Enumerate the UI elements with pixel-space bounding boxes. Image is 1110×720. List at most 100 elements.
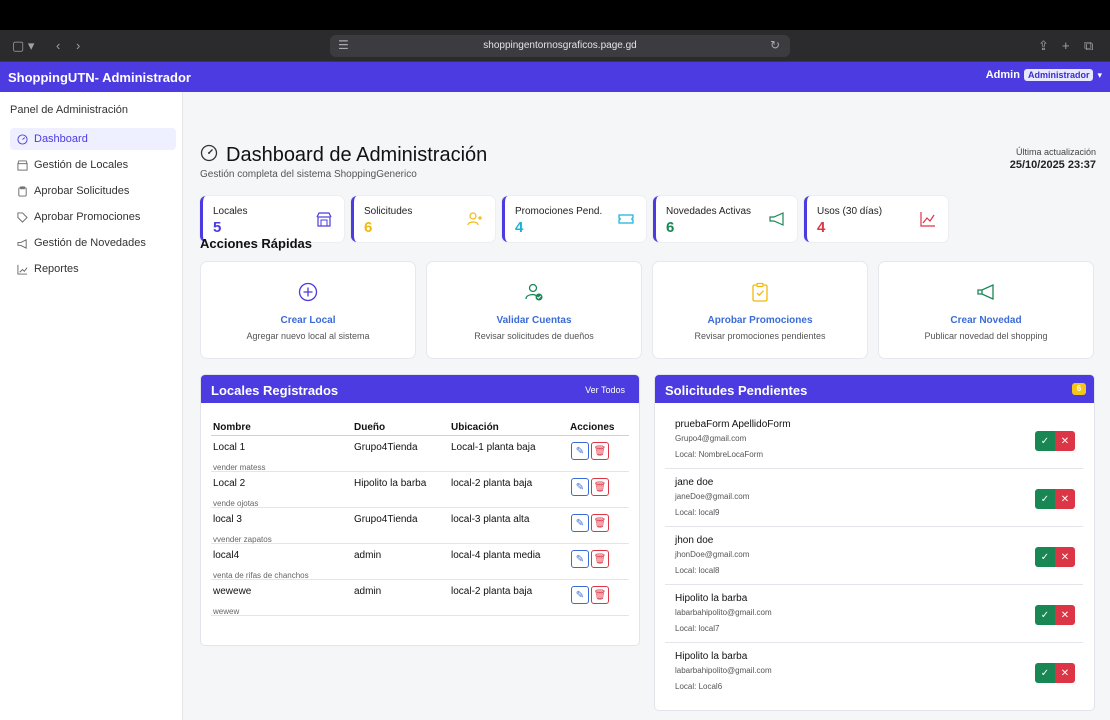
dashboard-icon [200, 144, 218, 167]
trash-icon: 🗑 [593, 517, 607, 529]
locales-panel-header: Locales Registrados Ver Todos [201, 375, 639, 403]
approve-button[interactable]: ✓ [1035, 605, 1055, 625]
quick-action-title: Crear Novedad [950, 315, 1022, 326]
requester-email: labarbahipolito@gmail.com [675, 608, 772, 617]
edit-button[interactable]: ✎ [571, 586, 589, 604]
list-item: jhon doe jhonDoe@gmail.com Local: local8… [665, 527, 1083, 585]
local-desc: vvender zapatos [213, 535, 272, 544]
sidebar-item-novedades[interactable]: Gestión de Novedades [10, 232, 176, 254]
local-location: local-2 planta baja [451, 478, 533, 489]
quick-action-crear-local[interactable]: Crear Local Agregar nuevo local al siste… [201, 262, 415, 358]
approve-button[interactable]: ✓ [1035, 489, 1055, 509]
count-badge: 6 [1072, 383, 1086, 395]
request-actions: ✓ ✕ [1035, 547, 1075, 567]
new-tab-icon[interactable]: + [1062, 38, 1070, 53]
requester-email: labarbahipolito@gmail.com [675, 666, 772, 675]
user-check-icon [525, 283, 543, 301]
requester-local: Local: Local6 [675, 682, 723, 691]
forward-icon[interactable]: › [76, 38, 80, 53]
user-plus-icon [467, 212, 482, 226]
local-desc: venta de rifas de chanchos [213, 571, 309, 580]
requester-name: Hipolito la barba [675, 593, 748, 604]
address-bar[interactable]: ☰ shoppingentornosgraficos.page.gd ↻ [330, 35, 790, 57]
megaphone-icon [16, 237, 28, 249]
quick-actions-title: Acciones Rápidas [200, 236, 312, 251]
edit-button[interactable]: ✎ [571, 442, 589, 460]
quick-action-title: Crear Local [280, 315, 336, 326]
sidebar-item-label: Gestión de Locales [34, 159, 129, 171]
reject-button[interactable]: ✕ [1055, 605, 1075, 625]
user-menu[interactable]: Admin Administrador ▾ [986, 69, 1102, 81]
sidebar-item-label: Gestión de Novedades [34, 237, 146, 249]
delete-button[interactable]: 🗑 [591, 442, 609, 460]
reload-icon[interactable]: ↻ [770, 38, 780, 52]
solicitudes-panel-header: Solicitudes Pendientes 6 [655, 375, 1094, 403]
reject-button[interactable]: ✕ [1055, 663, 1075, 683]
ver-todos-link[interactable]: Ver Todos [585, 385, 625, 395]
stat-label: Usos (30 días) [817, 206, 883, 217]
tabs-overview-icon[interactable]: ⧉ [1084, 38, 1093, 54]
local-location: Local-1 planta baja [451, 442, 536, 453]
brand-title[interactable]: ShoppingUTN- Administrador [8, 70, 191, 85]
reject-button[interactable]: ✕ [1055, 489, 1075, 509]
stat-value: 4 [817, 219, 826, 236]
quick-action-desc: Revisar promociones pendientes [694, 331, 826, 341]
quick-action-aprobar-promociones[interactable]: Aprobar Promociones Revisar promociones … [653, 262, 867, 358]
delete-button[interactable]: 🗑 [591, 478, 609, 496]
approve-button[interactable]: ✓ [1035, 431, 1055, 451]
edit-button[interactable]: ✎ [571, 478, 589, 496]
edit-button[interactable]: ✎ [571, 550, 589, 568]
quick-action-crear-novedad[interactable]: Crear Novedad Publicar novedad del shopp… [879, 262, 1093, 358]
sidebar-item-label: Aprobar Solicitudes [34, 185, 130, 197]
stat-value: 5 [213, 219, 222, 236]
local-location: local-2 planta baja [451, 586, 533, 597]
page-title: Dashboard de Administración [226, 144, 488, 166]
requester-local: Local: local7 [675, 624, 720, 633]
delete-button[interactable]: 🗑 [591, 550, 609, 568]
sidebar-toggle-icon[interactable]: ▢ ▾ [12, 38, 34, 54]
local-name: local 3 vvender zapatos [213, 514, 272, 544]
check-icon: ✓ [1040, 667, 1050, 679]
solicitudes-panel: Solicitudes Pendientes 6 pruebaForm Apel… [655, 375, 1094, 710]
requester-local: Local: local8 [675, 566, 720, 575]
chevron-down-icon: ▾ [1097, 69, 1102, 80]
share-icon[interactable]: ⇪ [1038, 38, 1049, 54]
delete-button[interactable]: 🗑 [591, 586, 609, 604]
reject-button[interactable]: ✕ [1055, 431, 1075, 451]
stat-card-promociones: Promociones Pend. 4 [502, 196, 646, 242]
table-row: wewewe wewew admin local-2 planta baja ✎ … [211, 580, 629, 616]
local-owner: Hipolito la barba [354, 478, 427, 489]
clipboard-icon [16, 185, 28, 197]
stat-card-novedades: Novedades Activas 6 [653, 196, 797, 242]
sidebar-item-promociones[interactable]: Aprobar Promociones [10, 206, 176, 228]
sidebar-item-locales[interactable]: Gestión de Locales [10, 154, 176, 176]
back-icon[interactable]: ‹ [56, 38, 60, 53]
stat-label: Solicitudes [364, 206, 413, 217]
requester-name: jhon doe [675, 535, 714, 546]
sidebar-item-solicitudes[interactable]: Aprobar Solicitudes [10, 180, 176, 202]
megaphone-icon [977, 283, 994, 301]
reject-button[interactable]: ✕ [1055, 547, 1075, 567]
approve-button[interactable]: ✓ [1035, 663, 1055, 683]
sidebar-item-dashboard[interactable]: Dashboard [10, 128, 176, 150]
approve-button[interactable]: ✓ [1035, 547, 1055, 567]
check-icon: ✓ [1040, 493, 1050, 505]
delete-button[interactable]: 🗑 [591, 514, 609, 532]
requester-name: Hipolito la barba [675, 651, 748, 662]
solicitudes-panel-title: Solicitudes Pendientes [665, 383, 808, 398]
local-name: Local 2 vende ojotas [213, 478, 259, 508]
request-actions: ✓ ✕ [1035, 431, 1075, 451]
app-navbar: ShoppingUTN- Administrador Admin Adminis… [0, 62, 1110, 92]
clipboard-check-icon [752, 282, 768, 302]
quick-action-desc: Publicar novedad del shopping [924, 331, 1048, 341]
edit-button[interactable]: ✎ [571, 514, 589, 532]
quick-action-validar-cuentas[interactable]: Validar Cuentas Revisar solicitudes de d… [427, 262, 641, 358]
close-icon: ✕ [1060, 435, 1070, 447]
sidebar-item-reportes[interactable]: Reportes [10, 258, 176, 280]
last-update-value: 25/10/2025 23:37 [1009, 159, 1096, 171]
page-header: Dashboard de Administración [200, 144, 487, 167]
check-icon: ✓ [1040, 551, 1050, 563]
pencil-icon: ✎ [575, 589, 585, 601]
table-row: local 3 vvender zapatos Grupo4Tienda loca… [211, 508, 629, 544]
locales-panel-title: Locales Registrados [211, 383, 339, 398]
